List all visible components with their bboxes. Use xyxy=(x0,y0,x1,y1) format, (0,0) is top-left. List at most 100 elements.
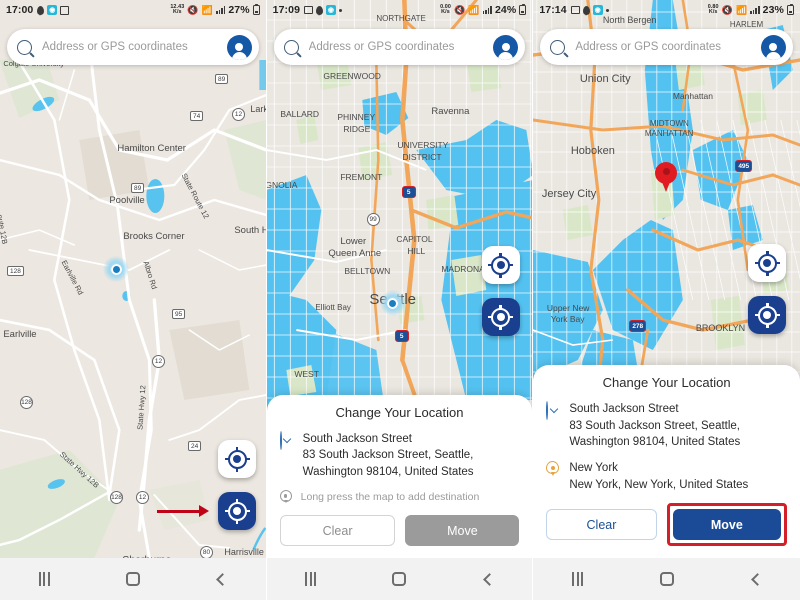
back-chevron-icon xyxy=(483,572,496,586)
map-label: Ravenna xyxy=(431,106,470,117)
fake-location-button[interactable] xyxy=(218,492,256,530)
map-label: Harrisville xyxy=(224,547,264,557)
search-input[interactable]: Address or GPS coordinates xyxy=(309,41,494,53)
status-bar: 17:00 ◉ 12.43 K/s 🔇 📶 27% xyxy=(0,0,266,20)
app-notification-icon: ◉ xyxy=(326,5,337,15)
map-label: Brooks Corner xyxy=(123,231,184,242)
status-clock: 17:09 xyxy=(272,4,301,16)
recents-button[interactable] xyxy=(267,558,356,600)
location-item-icon xyxy=(546,461,561,476)
map-label: Lark xyxy=(250,104,265,114)
recents-button[interactable] xyxy=(533,558,622,600)
more-notifications-icon xyxy=(605,8,609,12)
profile-button[interactable] xyxy=(226,34,252,60)
location-name: South Jackson Street xyxy=(302,433,412,446)
recenter-button[interactable] xyxy=(218,440,256,478)
map-label: RIDGE xyxy=(343,124,370,134)
location-item-text: South Jackson Street 83 South Jackson St… xyxy=(303,431,520,480)
destination-map-pin xyxy=(655,162,678,192)
mute-icon: 🔇 xyxy=(721,4,733,15)
avatar-icon xyxy=(760,34,786,60)
location-address: 83 South Jackson Street, Seattle, Washin… xyxy=(302,449,474,478)
location-item[interactable]: South Jackson Street 83 South Jackson St… xyxy=(279,431,520,480)
route-shield: 128 xyxy=(20,396,33,409)
location-active-icon xyxy=(37,5,45,16)
map-label: FREMONT xyxy=(340,172,382,182)
search-bar[interactable]: Address or GPS coordinates xyxy=(7,29,259,65)
clear-button[interactable]: Clear xyxy=(279,515,396,546)
cellular-signal-icon xyxy=(750,6,760,14)
search-icon xyxy=(283,39,299,55)
search-input[interactable]: Address or GPS coordinates xyxy=(575,41,761,53)
battery-icon xyxy=(786,3,794,15)
map-label: Upper New xyxy=(547,303,590,313)
map-label: Earlville xyxy=(3,329,36,340)
home-button[interactable] xyxy=(622,558,711,600)
recenter-button[interactable] xyxy=(748,244,787,282)
battery-percent: 23% xyxy=(762,4,784,16)
location-active-icon xyxy=(582,5,590,16)
home-icon xyxy=(125,572,140,586)
recenter-button[interactable] xyxy=(481,246,520,284)
crosshair-icon xyxy=(488,252,514,278)
clear-button[interactable]: Clear xyxy=(546,509,657,540)
map-label: CAPITOL xyxy=(396,234,432,244)
status-right-icons: 12.43 K/s 🔇 📶 27% xyxy=(170,3,260,16)
back-chevron-icon xyxy=(216,572,230,586)
screenshot-strip: Colgate UniversityHamilton CenterPoolvil… xyxy=(0,0,800,600)
location-item[interactable]: New York New York, New York, United Stat… xyxy=(546,460,787,493)
android-nav-bar xyxy=(0,558,266,600)
more-notifications-icon xyxy=(339,8,343,12)
current-location-dot xyxy=(103,256,129,282)
move-button[interactable]: Move xyxy=(405,515,520,546)
back-button[interactable] xyxy=(711,558,800,600)
app-notification-icon: ◉ xyxy=(47,5,58,15)
panel-3-newyork: North Bergen HARLEM Union City Manhattan MID… xyxy=(533,0,800,600)
interstate-shield: 278 xyxy=(629,320,647,332)
home-icon xyxy=(659,572,674,586)
search-input[interactable]: Address or GPS coordinates xyxy=(42,41,227,53)
status-clock: 17:00 xyxy=(6,4,34,16)
sheet-title: Change Your Location xyxy=(602,375,731,391)
home-button[interactable] xyxy=(355,558,444,600)
change-location-sheet: Change Your Location South Jackson Stree… xyxy=(533,365,800,558)
map-label: PHINNEY xyxy=(337,112,375,122)
map-label: HILL xyxy=(407,246,425,256)
status-bar: 17:09 ◉ 0.00 K/s 🔇 📶 24% xyxy=(267,0,533,20)
map-label: Hoboken xyxy=(571,145,615,157)
fake-location-button[interactable] xyxy=(481,298,520,336)
crosshair-icon xyxy=(224,498,250,524)
map-label: Hamilton Center xyxy=(117,143,186,154)
interstate-shield: 5 xyxy=(401,186,416,198)
route-shield: 74 xyxy=(190,111,204,121)
route-shield: 99 xyxy=(366,213,380,226)
map-label: GNOLIA xyxy=(267,180,298,190)
route-shield: 95 xyxy=(172,309,186,319)
android-nav-bar xyxy=(266,558,533,600)
search-icon xyxy=(17,39,32,55)
search-bar[interactable]: Address or GPS coordinates xyxy=(273,29,526,65)
chevron-circle-icon xyxy=(279,431,282,451)
fake-location-button[interactable] xyxy=(748,296,787,334)
panel-2-seattle: NORTHGATE GREENWOOD BALLARD PHINNEY RIDGE Rav… xyxy=(266,0,534,600)
back-chevron-icon xyxy=(750,572,764,586)
profile-button[interactable] xyxy=(493,34,519,60)
map-label: MANHATTAN xyxy=(645,129,694,138)
notification-icon xyxy=(60,5,70,15)
status-clock: 17:14 xyxy=(539,4,567,16)
location-item[interactable]: South Jackson Street 83 South Jackson St… xyxy=(546,401,787,450)
map-label: Poolville xyxy=(109,195,144,206)
move-button[interactable]: Move xyxy=(672,509,781,540)
back-button[interactable] xyxy=(444,558,533,600)
location-active-icon xyxy=(316,5,324,16)
map-label: Union City xyxy=(580,73,631,85)
wifi-icon: 📶 xyxy=(201,4,213,15)
network-speed-indicator: 12.43 K/s xyxy=(170,3,185,15)
recents-button[interactable] xyxy=(0,558,89,600)
search-bar[interactable]: Address or GPS coordinates xyxy=(540,29,793,65)
home-button[interactable] xyxy=(89,558,178,600)
location-name: New York xyxy=(569,462,618,475)
profile-button[interactable] xyxy=(760,34,786,60)
hint-text: Long press the map to add destination xyxy=(300,491,480,503)
back-button[interactable] xyxy=(177,558,266,600)
